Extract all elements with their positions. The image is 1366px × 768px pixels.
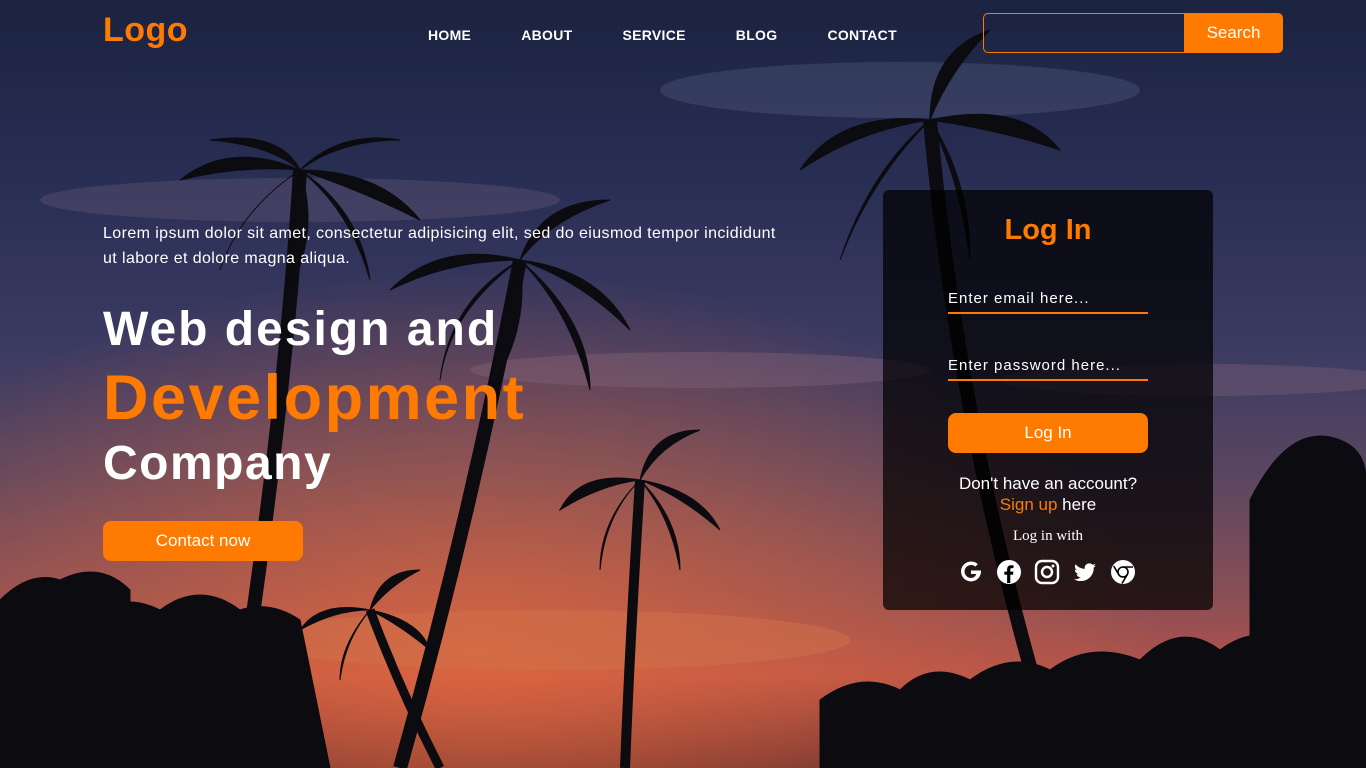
login-button[interactable]: Log In [948, 413, 1148, 453]
chrome-icon[interactable] [1110, 559, 1136, 585]
nav-blog[interactable]: BLOG [736, 27, 778, 43]
search-input[interactable] [983, 13, 1184, 53]
nav-home[interactable]: HOME [428, 27, 471, 43]
search-button[interactable]: Search [1184, 13, 1283, 53]
twitter-icon[interactable] [1072, 559, 1098, 585]
nav-service[interactable]: SERVICE [622, 27, 685, 43]
contact-now-button[interactable]: Contact now [103, 521, 303, 561]
password-field[interactable] [948, 351, 1148, 381]
hero-heading-line3: Company [103, 437, 333, 490]
site-logo[interactable]: Logo [103, 11, 188, 50]
hero-heading-line2: Development [103, 363, 527, 433]
facebook-icon[interactable] [996, 559, 1022, 585]
login-with-label: Log in with [1013, 528, 1083, 544]
signup-suffix: here [1057, 495, 1097, 514]
instagram-icon[interactable] [1034, 559, 1060, 585]
account-prompt: Don't have an account? Sign up here [883, 473, 1213, 515]
social-login-icons [958, 559, 1136, 585]
email-field[interactable] [948, 284, 1148, 314]
hero-heading-line1: Web design and [103, 303, 499, 356]
google-icon[interactable] [958, 559, 984, 585]
main-nav: HOME ABOUT SERVICE BLOG CONTACT [428, 27, 897, 43]
signup-line: Sign up here [883, 494, 1213, 515]
search-box: Search [983, 13, 1283, 53]
account-prompt-text: Don't have an account? [958, 474, 1138, 493]
nav-about[interactable]: ABOUT [521, 27, 572, 43]
nav-contact[interactable]: CONTACT [827, 27, 897, 43]
signup-link[interactable]: Sign up [1000, 495, 1058, 514]
login-title: Log In [1004, 214, 1092, 246]
hero-paragraph: Lorem ipsum dolor sit amet, consectetur … [103, 225, 776, 267]
login-card: Log In Log In Don't have an account? Sig… [883, 190, 1213, 610]
